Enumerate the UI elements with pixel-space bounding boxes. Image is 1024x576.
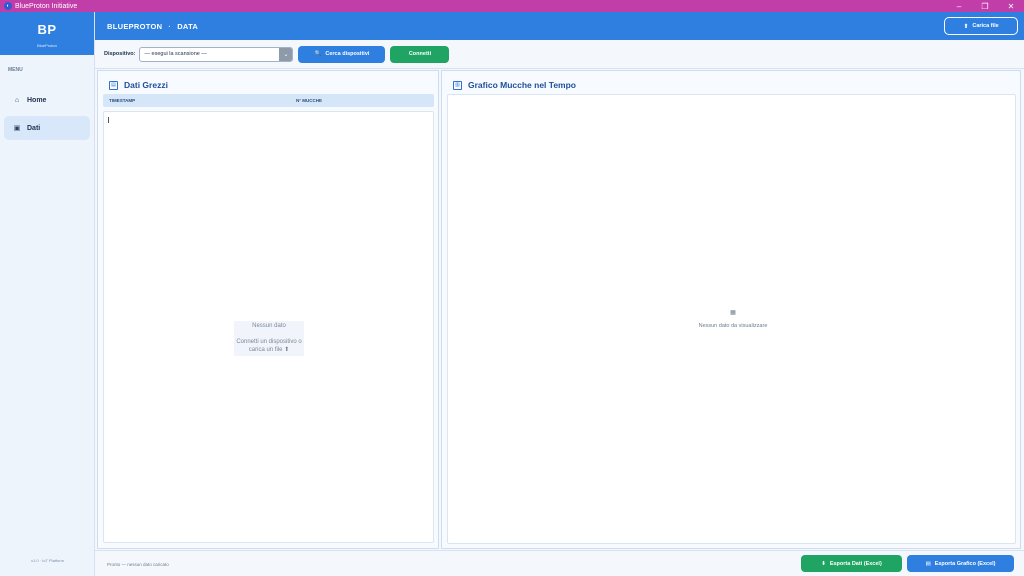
column-header-cows[interactable]: N° MUCCHE (296, 98, 322, 103)
export-data-label: Esporta Dati (Excel) (829, 560, 882, 567)
maximize-button[interactable]: ❐ (972, 2, 998, 11)
menu-label: MENU (8, 67, 23, 73)
logo-subtitle: BlueProton (37, 43, 57, 48)
scan-devices-label: Cerca dispositivi (325, 51, 370, 57)
chart-icon: ▥ (453, 80, 462, 90)
breadcrumb: BLUEPROTON · DATA (107, 22, 198, 31)
column-header-timestamp[interactable]: TIMESTAMP (109, 98, 135, 103)
logo: BP (37, 22, 57, 37)
sidebar-item-label: Dati (27, 124, 41, 132)
status-text: Pronto — nessun dato caricato (107, 562, 169, 567)
database-icon: ▣ (13, 125, 21, 132)
home-icon: ⌂ (14, 96, 20, 104)
raw-data-title-text: Dati Grezzi (124, 80, 168, 90)
raw-data-title: ▤ Dati Grezzi (109, 80, 438, 90)
download-icon: ⬇ (821, 560, 826, 567)
chart-title: ▥ Grafico Mucche nel Tempo (453, 80, 1020, 90)
brand: BP BlueProton (0, 12, 94, 55)
sidebar-item-home[interactable]: ⌂ Home (4, 88, 90, 112)
table-body[interactable]: Nessun dato Connetti un dispositivo o ca… (103, 111, 434, 543)
chevron-down-icon[interactable]: ⌄ (279, 47, 293, 61)
text-cursor (108, 117, 109, 123)
device-toolbar: Dispositivo: — esegui la scansione — ⌄ 🔍… (95, 40, 1024, 69)
export-chart-label: Esporta Grafico (Excel) (934, 560, 996, 567)
sidebar-item-dati[interactable]: ▣ Dati (4, 116, 90, 140)
chart-area: ▦ Nessun dato da visualizzare (447, 94, 1016, 544)
export-chart-button[interactable]: ▤ Esporta Grafico (Excel) (907, 555, 1014, 572)
chart-empty-text: Nessun dato da visualizzare (698, 323, 768, 329)
header: BLUEPROTON · DATA ⬆ Carica file (95, 12, 1024, 40)
empty-state-title: Nessun dato (252, 323, 286, 329)
connect-button[interactable]: Connetti (390, 45, 450, 63)
minimize-button[interactable]: – (946, 2, 972, 11)
table-header: TIMESTAMP N° MUCCHE (103, 94, 434, 107)
chart-empty-state: ▦ Nessun dato da visualizzare (688, 309, 778, 329)
sidebar-item-label: Home (27, 96, 47, 104)
chart-panel: ▥ Grafico Mucche nel Tempo ▦ Nessun dato… (441, 70, 1021, 549)
window-titlebar: ◐ BlueProton Initiative – ❐ ✕ (0, 0, 1024, 12)
breadcrumb-separator: · (168, 21, 172, 31)
raw-data-panel: ▤ Dati Grezzi TIMESTAMP N° MUCCHE Nessun… (97, 70, 439, 549)
upload-file-label: Carica file (972, 23, 999, 29)
chart-title-text: Grafico Mucche nel Tempo (468, 80, 577, 90)
device-select-value: — esegui la scansione — (144, 51, 207, 57)
upload-file-button[interactable]: ⬆ Carica file (944, 17, 1018, 35)
spreadsheet-icon: ▤ (925, 560, 931, 567)
export-data-button[interactable]: ⬇ Esporta Dati (Excel) (801, 555, 902, 572)
empty-state-hint: Connetti un dispositivo o carica un file… (236, 339, 302, 353)
breadcrumb-root: BLUEPROTON (107, 21, 163, 31)
close-button[interactable]: ✕ (998, 2, 1024, 11)
status-bar: Pronto — nessun dato caricato ⬇ Esporta … (95, 550, 1024, 576)
window-title: BlueProton Initiative (15, 2, 78, 10)
device-label: Dispositivo: (104, 51, 136, 57)
device-select[interactable]: — esegui la scansione — ⌄ (139, 46, 294, 62)
search-icon: 🔍 (314, 51, 322, 57)
app-icon: ◐ (4, 2, 12, 10)
sidebar: BP BlueProton MENU ⌂ Home ▣ Dati v1.0 · … (0, 12, 95, 576)
table-icon: ▤ (109, 80, 118, 90)
breadcrumb-page: DATA (177, 21, 199, 31)
empty-state: Nessun dato Connetti un dispositivo o ca… (234, 321, 304, 356)
upload-icon: ⬆ (963, 23, 969, 30)
version-label: v1.0 · IoT Platform (31, 558, 64, 563)
empty-chart-icon: ▦ (730, 310, 736, 316)
scan-devices-button[interactable]: 🔍 Cerca dispositivi (298, 45, 386, 63)
